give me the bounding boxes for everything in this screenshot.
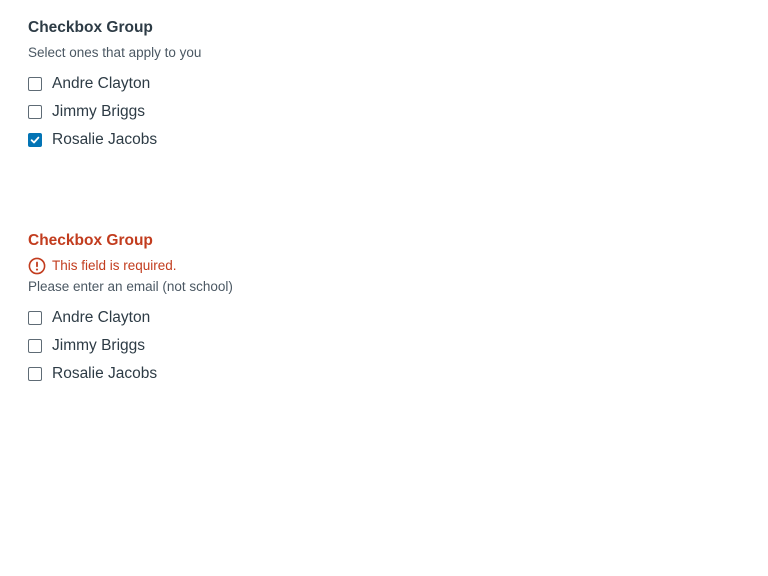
error-message: This field is required. <box>28 257 233 275</box>
checkbox-box[interactable] <box>28 77 42 91</box>
checkbox-box[interactable] <box>28 105 42 119</box>
checkbox-group-2: Checkbox Group This field is required. P… <box>28 230 233 388</box>
checkbox-label: Rosalie Jacobs <box>52 131 158 148</box>
checkbox-andre-clayton[interactable]: Andre Clayton <box>28 304 233 332</box>
checkbox-label: Andre Clayton <box>52 309 151 326</box>
checkbox-rosalie-jacobs[interactable]: Rosalie Jacobs <box>28 360 233 388</box>
checkmark-icon <box>30 136 40 144</box>
checkbox-jimmy-briggs[interactable]: Jimmy Briggs <box>28 98 201 126</box>
checkbox-rosalie-jacobs[interactable]: Rosalie Jacobs <box>28 126 201 154</box>
checkbox-box[interactable] <box>28 339 42 353</box>
checkbox-box[interactable] <box>28 311 42 325</box>
checkbox-label: Rosalie Jacobs <box>52 365 158 382</box>
checkbox-group-1: Checkbox Group Select ones that apply to… <box>28 17 201 154</box>
error-text: This field is required. <box>52 258 177 273</box>
checkbox-label: Jimmy Briggs <box>52 103 146 120</box>
checkbox-box[interactable] <box>28 367 42 381</box>
options-list: Andre Clayton Jimmy Briggs Rosalie Jacob… <box>28 70 201 154</box>
checkbox-andre-clayton[interactable]: Andre Clayton <box>28 70 201 98</box>
group-hint: Select ones that apply to you <box>28 45 202 60</box>
checkbox-box-checked[interactable] <box>28 133 42 147</box>
group-label: Checkbox Group <box>28 232 153 249</box>
exclamation-circle-icon <box>28 257 46 275</box>
group-label: Checkbox Group <box>28 19 153 36</box>
options-list: Andre Clayton Jimmy Briggs Rosalie Jacob… <box>28 304 233 388</box>
checkbox-label: Andre Clayton <box>52 75 151 92</box>
group-hint: Please enter an email (not school) <box>28 279 233 294</box>
checkbox-label: Jimmy Briggs <box>52 337 146 354</box>
checkbox-jimmy-briggs[interactable]: Jimmy Briggs <box>28 332 233 360</box>
